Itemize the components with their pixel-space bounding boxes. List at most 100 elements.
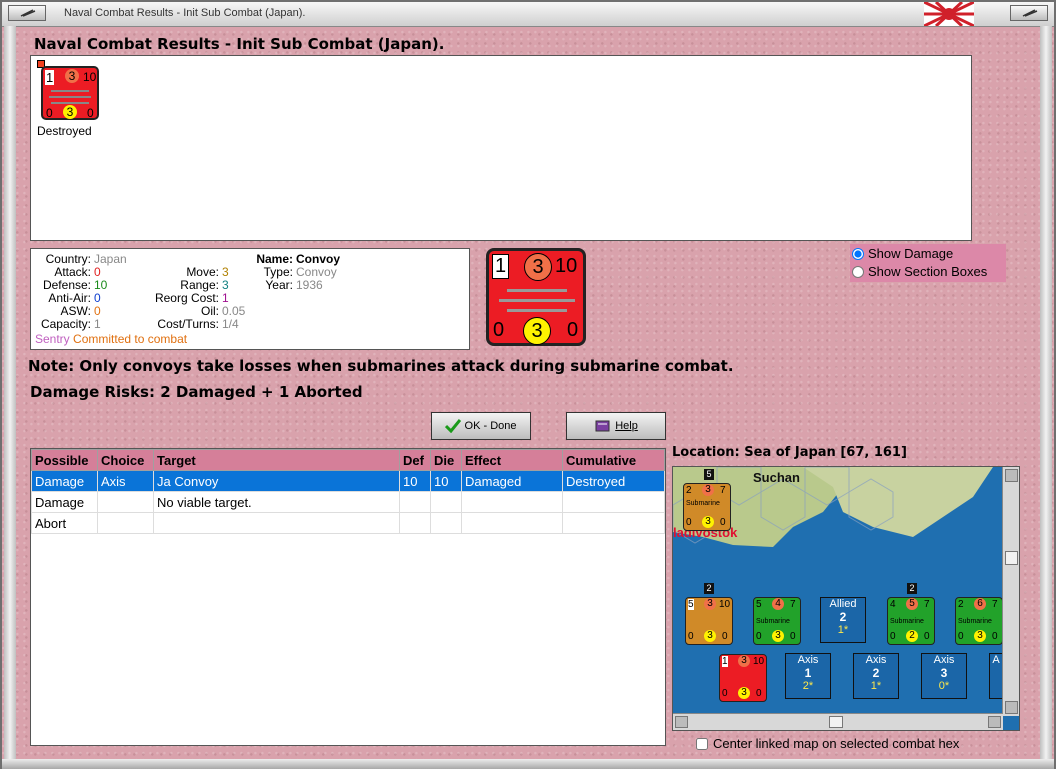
convoy-counter: 1 3 10 0 3 0 <box>41 66 99 120</box>
column-possible[interactable]: Possible <box>31 449 98 471</box>
vertical-scroll-thumb[interactable] <box>1005 551 1018 565</box>
unit-stats-right: Name: Convoy Type: Convoy Year: 1936 <box>245 253 340 292</box>
display-options: Show Damage Show Section Boxes <box>850 244 1006 282</box>
unit-stat: 4 <box>772 598 784 610</box>
cell: 10 <box>399 470 431 492</box>
counter-top-right: 10 <box>83 70 97 84</box>
combat-map[interactable]: Suchan ladivostok 2 3 7 Submarine 0 3 0 … <box>672 466 1020 731</box>
show-damage-option[interactable]: Show Damage <box>852 246 953 261</box>
title-bar: Naval Combat Results - Init Sub Combat (… <box>2 2 1054 27</box>
column-target[interactable]: Target <box>153 449 400 471</box>
unit-stat: 4 <box>890 599 896 610</box>
big-counter-move: 3 <box>523 317 551 345</box>
unit-stat: 2 <box>958 599 964 610</box>
scroll-right-icon[interactable] <box>988 716 1001 728</box>
unit-type: Submarine <box>958 618 992 625</box>
map-unit-counter[interactable]: 4 5 7 Submarine 0 2 0 <box>887 597 935 645</box>
scroll-down-icon[interactable] <box>1005 701 1018 714</box>
table-row[interactable]: Abort <box>31 512 665 534</box>
unit-stat: 0 <box>720 517 726 528</box>
resize-icon <box>1022 9 1038 17</box>
unit-stat: 6 <box>974 598 986 610</box>
column-die[interactable]: Die <box>430 449 462 471</box>
unit-stat: 3 <box>704 630 716 642</box>
big-counter-bottom-left: 0 <box>493 319 505 341</box>
scroll-left-icon[interactable] <box>675 716 688 728</box>
show-damage-label: Show Damage <box>868 246 954 261</box>
table-row[interactable]: Damage No viable target. <box>31 491 665 513</box>
result-unit[interactable]: 1 3 10 0 3 0 Destroyed <box>37 60 99 140</box>
column-def[interactable]: Def <box>399 449 431 471</box>
unit-status: Destroyed <box>37 124 92 138</box>
axis-group-box-partial[interactable]: A <box>989 653 1003 699</box>
unit-stat: 2 <box>906 630 918 642</box>
column-choice[interactable]: Choice <box>97 449 154 471</box>
cell <box>399 512 431 534</box>
group-sub: 0* <box>938 680 950 692</box>
help-label: Help <box>615 420 638 432</box>
checkmark-icon <box>445 419 462 434</box>
counter-defense: 3 <box>65 69 79 83</box>
axis-group-box[interactable]: Axis 2 1* <box>853 653 899 699</box>
cell <box>562 512 665 534</box>
center-map-checkbox[interactable] <box>696 737 708 750</box>
column-effect[interactable]: Effect <box>461 449 563 471</box>
unit-stat: 3 <box>702 484 714 496</box>
left-frame <box>4 26 16 761</box>
group-sub: 1* <box>870 680 882 692</box>
map-convoy-counter[interactable]: 1 3 10 0 3 0 <box>719 654 767 702</box>
unit-stat: 3 <box>772 630 784 642</box>
unit-stat: 3 <box>702 516 714 528</box>
show-sections-option[interactable]: Show Section Boxes <box>852 264 987 279</box>
unit-status-line: Sentry Committed to combat <box>35 332 187 346</box>
cost-value: 1/4 <box>222 317 239 331</box>
capacity-label: Capacity: <box>40 317 91 331</box>
cell <box>430 512 462 534</box>
horizontal-scroll-thumb[interactable] <box>829 716 843 728</box>
group-sub: 1* <box>837 624 849 636</box>
maximize-button[interactable] <box>1010 5 1048 21</box>
help-button[interactable]: Help <box>566 412 666 440</box>
counter-bottom-right: 0 <box>87 106 94 120</box>
big-counter-attack: 1 <box>492 254 510 279</box>
group-number: 3 <box>940 666 948 680</box>
table-row[interactable]: Damage Axis Ja Convoy 10 10 Damaged Dest… <box>31 470 665 492</box>
unit-stat: 0 <box>790 631 796 642</box>
map-unit-counter[interactable]: 5 3 10 0 3 0 <box>685 597 733 645</box>
big-counter-top-right: 10 <box>555 255 578 277</box>
unit-stat: 3 <box>738 655 750 667</box>
map-unit-counter[interactable]: 2 6 7 Submarine 0 3 0 <box>955 597 1003 645</box>
map-horizontal-scrollbar[interactable] <box>673 713 1003 730</box>
map-city-label: Suchan <box>753 470 800 485</box>
group-number: 2 <box>839 610 847 624</box>
map-unit-counter[interactable]: 5 4 7 Submarine 0 3 0 <box>753 597 801 645</box>
map-vertical-scrollbar[interactable] <box>1002 467 1019 716</box>
system-menu-button[interactable] <box>8 5 46 21</box>
unit-stat: 3 <box>704 598 716 610</box>
dialog-window: Naval Combat Results - Init Sub Combat (… <box>0 0 1056 769</box>
show-sections-radio[interactable] <box>852 265 864 278</box>
ok-done-button[interactable]: OK - Done <box>431 412 531 440</box>
axis-group-box[interactable]: Axis 1 2* <box>785 653 831 699</box>
results-panel: 1 3 10 0 3 0 Destroyed <box>30 55 972 241</box>
counter-bottom-left: 0 <box>46 106 53 120</box>
cell: Ja Convoy <box>153 470 400 492</box>
ship-icon <box>507 289 567 292</box>
allied-group-box[interactable]: Allied 2 1* <box>820 597 866 643</box>
axis-group-box[interactable]: Axis 3 0* <box>921 653 967 699</box>
page-title: Naval Combat Results - Init Sub Combat (… <box>34 35 445 53</box>
unit-type: Submarine <box>756 618 790 625</box>
year-value: 1936 <box>296 278 323 292</box>
cell: Abort <box>31 512 98 534</box>
show-damage-radio[interactable] <box>852 247 864 260</box>
capacity-value: 1 <box>94 317 101 331</box>
unit-stat: 0 <box>722 688 728 699</box>
combat-results-table: Possible Choice Target Def Die Effect Cu… <box>30 448 666 746</box>
unit-stat: 0 <box>958 631 964 642</box>
unit-info-panel: Country: Japan Attack: 0 Defense: 10 Anti-A… <box>30 248 470 350</box>
center-map-option[interactable]: Center linked map on selected combat hex <box>696 736 959 751</box>
scroll-up-icon[interactable] <box>1005 469 1018 482</box>
column-cumulative[interactable]: Cumulative <box>562 449 665 471</box>
unit-stat: 0 <box>756 631 762 642</box>
map-unit-counter[interactable]: 2 3 7 Submarine 0 3 0 <box>683 483 731 531</box>
